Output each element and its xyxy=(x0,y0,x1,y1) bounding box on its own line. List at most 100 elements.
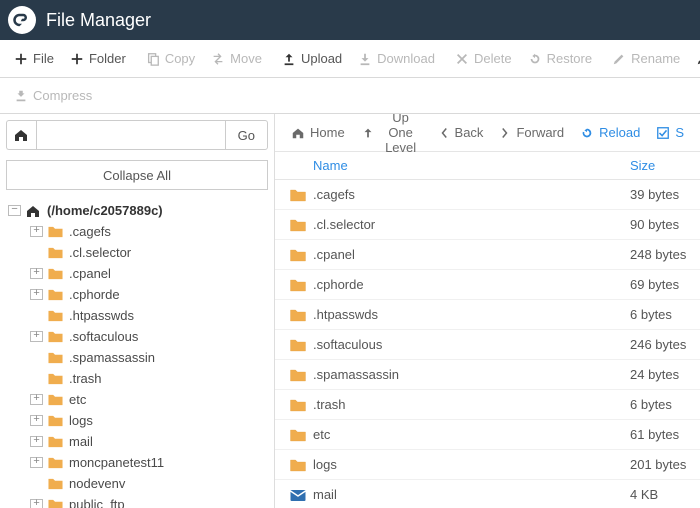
path-input[interactable] xyxy=(36,120,225,150)
folder-icon xyxy=(47,287,65,302)
folder-icon xyxy=(47,455,65,470)
tree-item-label: .htpasswds xyxy=(69,308,134,323)
copy-icon xyxy=(146,52,160,66)
back-icon xyxy=(438,126,450,140)
list-row[interactable]: logs201 bytes xyxy=(275,450,700,480)
folder-icon xyxy=(283,397,313,413)
tree-item-label: moncpanetest11 xyxy=(69,455,164,470)
edit-icon xyxy=(696,52,700,66)
row-size: 39 bytes xyxy=(630,187,700,202)
tree-item[interactable]: +mail xyxy=(6,431,268,452)
header-name[interactable]: Name xyxy=(283,158,630,173)
row-size: 90 bytes xyxy=(630,217,700,232)
upload-button[interactable]: Upload xyxy=(274,45,350,72)
reload-icon xyxy=(580,126,594,140)
nav-selectall-button[interactable]: S xyxy=(648,119,692,146)
tree-item-label: .trash xyxy=(69,371,102,386)
file-button[interactable]: File xyxy=(6,45,62,72)
row-name: .trash xyxy=(313,397,630,412)
list-row[interactable]: .htpasswds6 bytes xyxy=(275,300,700,330)
toggle-icon[interactable]: + xyxy=(30,331,43,342)
tree-item[interactable]: .trash xyxy=(6,368,268,389)
folder-icon xyxy=(283,427,313,443)
tree-item[interactable]: +.cpanel xyxy=(6,263,268,284)
nav-back-button[interactable]: Back xyxy=(430,119,492,146)
folder-icon xyxy=(47,266,65,281)
row-name: .softaculous xyxy=(313,337,630,352)
folder-icon xyxy=(283,277,313,293)
toggle-icon[interactable]: + xyxy=(30,415,43,426)
tree-item[interactable]: + moncpanetest11 xyxy=(6,452,268,473)
row-size: 6 bytes xyxy=(630,307,700,322)
rename-button[interactable]: Rename xyxy=(604,45,688,72)
plus-icon xyxy=(14,52,28,66)
list-row[interactable]: mail4 KB xyxy=(275,480,700,508)
tree-item[interactable]: .htpasswds xyxy=(6,305,268,326)
row-name: .htpasswds xyxy=(313,307,630,322)
go-button[interactable]: Go xyxy=(225,120,268,150)
delete-button[interactable]: Delete xyxy=(447,45,520,72)
toggle-icon[interactable]: + xyxy=(30,394,43,405)
home-path-button[interactable] xyxy=(6,120,36,150)
folder-icon xyxy=(47,392,65,407)
tree-item[interactable]: +.softaculous xyxy=(6,326,268,347)
toggle-icon[interactable]: + xyxy=(30,457,43,468)
folder-icon xyxy=(47,245,65,260)
app-title: File Manager xyxy=(46,10,151,31)
tree-item[interactable]: .cl.selector xyxy=(6,242,268,263)
compress-button[interactable]: Compress xyxy=(6,82,100,109)
header-size[interactable]: Size xyxy=(630,158,700,173)
row-name: .spamassassin xyxy=(313,367,630,382)
download-button[interactable]: Download xyxy=(350,45,443,72)
collapse-all-button[interactable]: Collapse All xyxy=(6,160,268,190)
toggle-icon[interactable]: + xyxy=(30,226,43,237)
sidebar: Go Collapse All − (/home/c2057889c) + .ca… xyxy=(0,114,275,508)
toggle-icon[interactable]: + xyxy=(30,436,43,447)
toggle-icon xyxy=(30,310,43,321)
rename-icon xyxy=(612,52,626,66)
move-button[interactable]: Move xyxy=(203,45,270,72)
nav-reload-button[interactable]: Reload xyxy=(572,119,648,146)
row-name: .cpanel xyxy=(313,247,630,262)
navbar: Home Up One Level Back Forward Reload S xyxy=(275,114,700,152)
list-row[interactable]: .spamassassin24 bytes xyxy=(275,360,700,390)
tree-item[interactable]: + etc xyxy=(6,389,268,410)
tree-item[interactable]: + .cagefs xyxy=(6,221,268,242)
tree-item-label: etc xyxy=(69,392,86,407)
titlebar: File Manager xyxy=(0,0,700,40)
content-pane: Home Up One Level Back Forward Reload S … xyxy=(275,114,700,508)
list-row[interactable]: .cphorde69 bytes xyxy=(275,270,700,300)
list-header: Name Size xyxy=(275,152,700,180)
nav-home-button[interactable]: Home xyxy=(283,119,353,146)
toggle-icon xyxy=(30,373,43,384)
row-size: 69 bytes xyxy=(630,277,700,292)
folder-button[interactable]: Folder xyxy=(62,45,134,72)
tree-item[interactable]: +.cphorde xyxy=(6,284,268,305)
toggle-icon[interactable]: + xyxy=(30,268,43,279)
folder-icon xyxy=(47,308,65,323)
list-row[interactable]: .softaculous246 bytes xyxy=(275,330,700,360)
list-row[interactable]: .cagefs39 bytes xyxy=(275,180,700,210)
cpanel-logo-icon xyxy=(8,6,36,34)
toggle-icon[interactable]: + xyxy=(30,499,43,508)
folder-icon xyxy=(47,413,65,428)
restore-button[interactable]: Restore xyxy=(520,45,601,72)
nav-forward-button[interactable]: Forward xyxy=(491,119,572,146)
tree-item[interactable]: +public_ftp xyxy=(6,494,268,508)
list-row[interactable]: .cl.selector90 bytes xyxy=(275,210,700,240)
toggle-icon[interactable]: + xyxy=(30,289,43,300)
copy-button[interactable]: Copy xyxy=(138,45,203,72)
tree-item[interactable]: nodevenv xyxy=(6,473,268,494)
tree-item[interactable]: .spamassassin xyxy=(6,347,268,368)
tree-item[interactable]: +logs xyxy=(6,410,268,431)
folder-icon xyxy=(283,337,313,353)
folder-icon xyxy=(283,247,313,263)
tree-root[interactable]: − (/home/c2057889c) xyxy=(6,200,268,221)
list-row[interactable]: .trash6 bytes xyxy=(275,390,700,420)
list-row[interactable]: .cpanel248 bytes xyxy=(275,240,700,270)
toggle-icon[interactable]: − xyxy=(8,205,21,216)
edit-button[interactable]: Edit xyxy=(688,45,700,72)
delete-icon xyxy=(455,52,469,66)
tree-item-label: .cagefs xyxy=(69,224,111,239)
list-row[interactable]: etc61 bytes xyxy=(275,420,700,450)
